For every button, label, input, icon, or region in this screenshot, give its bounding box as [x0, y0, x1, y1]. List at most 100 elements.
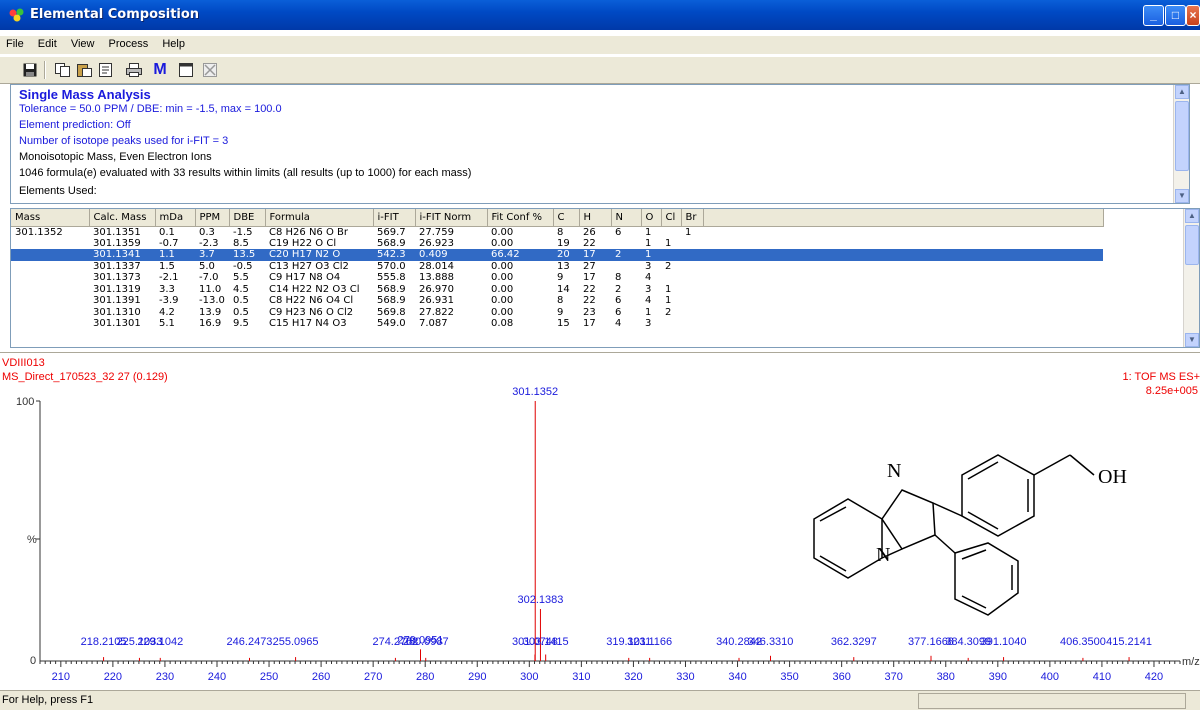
table-row[interactable]: 301.1352 301.1351 0.1 0.3 -1.5 C8 H26 N6 O Br…	[11, 226, 1103, 238]
table-cell: 301.1359	[93, 237, 141, 249]
table-cell	[11, 307, 89, 319]
table-cell: 0.3	[199, 226, 215, 238]
peak-label: 255.0965	[273, 636, 319, 648]
table-cell: 13.888	[419, 272, 454, 284]
table-cell: 301.1319	[93, 283, 141, 295]
scroll-thumb[interactable]	[1175, 101, 1189, 171]
table-cell: 1	[665, 295, 672, 307]
column-header[interactable]: Formula	[265, 209, 374, 227]
window-icon[interactable]	[176, 60, 196, 80]
table-cell: -7.0	[199, 272, 219, 284]
table-cell: 569.8	[377, 306, 406, 318]
column-header[interactable]: DBE	[229, 209, 266, 227]
table-cell: 4	[645, 295, 652, 307]
table-row[interactable]: 301.1391 -3.9 -13.0 0.5 C8 H22 N6 O4 Cl 568.9…	[11, 295, 1103, 307]
minimize-button[interactable]: _	[1143, 5, 1164, 26]
table-cell: 15	[557, 318, 570, 330]
column-header[interactable]: i-FIT Norm	[415, 209, 488, 227]
table-cell	[661, 272, 681, 284]
column-header[interactable]: i-FIT	[373, 209, 416, 227]
table-cell: -2.1	[159, 272, 179, 284]
table-cell: 0.00	[491, 226, 514, 238]
x-tick-label: 300	[520, 671, 538, 683]
column-header[interactable]: Mass	[11, 209, 90, 227]
maximize-button[interactable]: □	[1165, 5, 1186, 26]
table-cell: 0.08	[491, 318, 514, 330]
table-row[interactable]: 301.1310 4.2 13.9 0.5 C9 H23 N6 O Cl2 569.8 27…	[11, 307, 1103, 319]
column-header[interactable]: mDa	[155, 209, 196, 227]
x-tick-label: 250	[260, 671, 278, 683]
table-cell: 1	[685, 226, 692, 238]
table-row[interactable]: 301.1337 1.5 5.0 -0.5 C13 H27 O3 Cl2 570.0 28.…	[11, 261, 1103, 273]
table-cell	[661, 249, 681, 261]
peak-label: 362.3297	[831, 636, 877, 648]
imidazole-ring	[881, 489, 936, 550]
analysis-heading: Single Mass Analysis	[19, 87, 151, 102]
table-cell: C15 H17 N4 O3	[269, 318, 347, 330]
paste-icon[interactable]	[74, 60, 94, 80]
copy-icon[interactable]	[52, 60, 72, 80]
peak-label: 406.3500	[1060, 636, 1106, 648]
table-cell-filler	[703, 238, 1103, 250]
table-cell: 26	[583, 226, 596, 238]
table-cell: 1	[645, 237, 652, 249]
results-scrollbar[interactable]: ▲ ▼	[1183, 209, 1199, 347]
table-cell: C9 H17 N8 O4	[269, 272, 341, 284]
table-cell: 0.5	[233, 295, 249, 307]
column-header[interactable]: Fit Conf %	[487, 209, 554, 227]
table-row[interactable]: 301.1373 -2.1 -7.0 5.5 C9 H17 N8 O4 555.8 13.8…	[11, 272, 1103, 284]
table-cell: 2	[611, 249, 641, 261]
mass-spectrum-panel: VDIII013 MS_Direct_170523_32 27 (0.129) …	[0, 352, 1200, 690]
mass-icon[interactable]: M	[150, 60, 170, 80]
scroll-up-icon[interactable]: ▲	[1175, 85, 1189, 99]
toolbar: M	[0, 56, 1200, 84]
menu-view[interactable]: View	[65, 36, 100, 50]
table-row[interactable]: 301.1359 -0.7 -2.3 8.5 C19 H22 O Cl 568.9 26.9…	[11, 238, 1103, 250]
peak-label: 415.2141	[1106, 636, 1152, 648]
column-header[interactable]: Br	[681, 209, 704, 227]
scroll-down-icon[interactable]: ▼	[1185, 333, 1199, 347]
info-scrollbar[interactable]: ▲ ▼	[1173, 85, 1189, 203]
column-header[interactable]: N	[611, 209, 642, 227]
scroll-up-icon[interactable]: ▲	[1185, 209, 1199, 223]
menu-file[interactable]: File	[0, 36, 29, 50]
table-row[interactable]: 301.1319 3.3 11.0 4.5 C14 H22 N2 O3 Cl 568.9 2…	[11, 284, 1103, 296]
menu-process[interactable]: Process	[103, 36, 154, 50]
delete-icon[interactable]	[200, 60, 220, 80]
table-cell: 3.7	[195, 249, 229, 261]
table-cell	[11, 284, 89, 296]
properties-icon[interactable]	[96, 60, 116, 80]
table-cell: 301.1310	[93, 306, 141, 318]
title-bar: Elemental Composition _ □ ×	[0, 0, 1200, 30]
table-cell: 568.9	[377, 237, 406, 249]
peak-label: 346.3310	[748, 636, 794, 648]
menu-help[interactable]: Help	[156, 36, 190, 50]
table-cell: 301.1301	[93, 318, 141, 330]
table-cell: 20	[553, 249, 579, 261]
table-cell: 3	[645, 283, 652, 295]
table-cell: 9	[557, 306, 564, 318]
close-button[interactable]: ×	[1186, 5, 1200, 26]
column-header[interactable]: O	[641, 209, 662, 227]
column-header[interactable]: C	[553, 209, 580, 227]
scroll-thumb[interactable]	[1185, 225, 1199, 265]
column-header[interactable]: Calc. Mass	[89, 209, 156, 227]
scroll-down-icon[interactable]: ▼	[1175, 189, 1189, 203]
menu-edit[interactable]: Edit	[32, 36, 62, 50]
hydroxyl-label: OH	[1098, 466, 1127, 488]
column-header[interactable]: Cl	[661, 209, 682, 227]
print-icon[interactable]	[124, 60, 144, 80]
table-cell: 0.5	[233, 306, 249, 318]
phenyl-ring-bottom	[954, 542, 1019, 616]
table-row[interactable]: 301.1341 1.1 3.7 13.5 C20 H17 N2 O 542.3 0.409…	[11, 249, 1103, 261]
table-cell-filler	[703, 307, 1103, 319]
column-header[interactable]: PPM	[195, 209, 230, 227]
peak-label: 303.1415	[523, 636, 569, 648]
table-cell: 568.9	[377, 295, 406, 307]
table-cell: 66.42	[487, 249, 553, 261]
table-row[interactable]: 301.1301 5.1 16.9 9.5 C15 H17 N4 O3 549.0 7.08…	[11, 318, 1103, 330]
save-icon[interactable]	[20, 60, 40, 80]
table-cell: 3	[645, 260, 652, 272]
table-cell: 26.931	[419, 295, 454, 307]
column-header[interactable]: H	[579, 209, 612, 227]
